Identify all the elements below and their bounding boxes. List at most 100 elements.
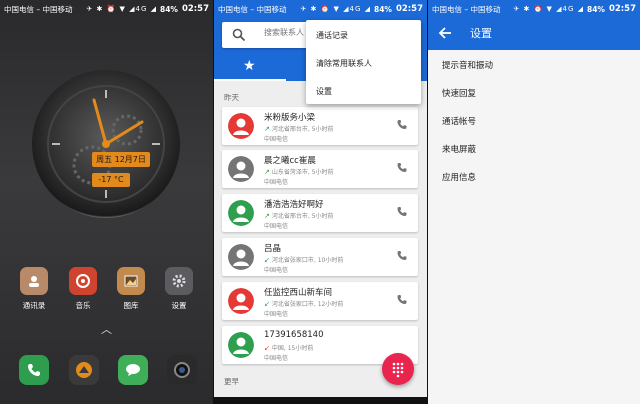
avatar-icon[interactable]: [228, 332, 254, 358]
contact-name: 潘浩浩浩好啊好: [264, 200, 324, 210]
status-time: 02:57: [395, 4, 423, 14]
section-header-yesterday: 昨天: [224, 93, 239, 102]
outgoing-call-arrow-icon: ↗: [264, 212, 270, 220]
setting-quick-responses[interactable]: 快速回复: [442, 87, 476, 99]
status-icons: ✈ ✱ ⏰ ▼ ◢4G ◢: [300, 5, 371, 13]
contact-name: 晨之曦cc崔晨: [264, 156, 316, 166]
dialer-panel: 中国电信 – 中国移动 ✈ ✱ ⏰ ▼ ◢4G ◢ 84% 02:57 ★ 昨天…: [214, 0, 427, 404]
call-detail-text: 中国, 15小时前: [271, 345, 314, 352]
status-time: 02:57: [608, 4, 636, 14]
carrier-name: 中国电信: [264, 179, 289, 186]
call-detail-text: 河北省张家口市, 10小时前: [271, 257, 344, 264]
clock-widget[interactable]: [32, 70, 180, 218]
contact-name: 米粉版务小梁: [264, 113, 316, 123]
contacts-icon: [20, 267, 48, 295]
avatar-icon[interactable]: [228, 113, 254, 139]
battery-level: 84%: [586, 4, 605, 14]
app-label: 音乐: [75, 301, 91, 310]
status-bar: 中国电信 – 中国移动 ✈ ✱ ⏰ ▼ ◢4G ◢ 84% 02:57: [428, 0, 640, 18]
carrier-name: 中国电信: [264, 223, 289, 230]
app-gallery[interactable]: 图库: [114, 267, 148, 311]
setting-call-blocking[interactable]: 来电屏蔽: [442, 143, 476, 155]
contact-name: 吕晶: [264, 244, 282, 254]
battery-level: 84%: [373, 4, 392, 14]
carrier-label: 中国电信 – 中国移动: [432, 4, 501, 14]
call-back-icon[interactable]: [396, 119, 408, 131]
tab-favorites-star-icon[interactable]: ★: [243, 58, 256, 74]
status-icons: ✈ ✱ ⏰ ▼ ◢4G ◢: [513, 5, 584, 13]
setting-sounds-vibration[interactable]: 提示音和振动: [442, 59, 493, 71]
temperature-label: -17 °C: [92, 173, 130, 187]
call-log-item[interactable]: 晨之曦cc崔晨 ↗ 山东省菏泽市, 5小时前 中国电信: [222, 150, 418, 188]
menu-item-call-history[interactable]: 通话记录: [316, 30, 348, 41]
menu-item-clear-frequents[interactable]: 清除常用联系人: [316, 58, 372, 69]
carrier-label: 中国电信 – 中国移动: [218, 4, 287, 14]
call-log-item[interactable]: 米粉版务小梁 ↗ 河北省邢台市, 5小时前 中国电信: [222, 107, 418, 145]
call-detail: ↗ 河北省邢台市, 5小时前: [264, 124, 334, 133]
overflow-menu: 通话记录 清除常用联系人 设置: [306, 20, 421, 104]
app-settings[interactable]: 设置: [162, 267, 196, 311]
settings-icon: [165, 267, 193, 295]
settings-panel: 中国电信 – 中国移动 ✈ ✱ ⏰ ▼ ◢4G ◢ 84% 02:57 设置 提…: [428, 0, 640, 404]
status-time: 02:57: [181, 4, 209, 14]
weekday-label: 周五: [96, 155, 113, 164]
page-title: 设置: [470, 27, 492, 40]
avatar-icon[interactable]: [228, 200, 254, 226]
status-bar: 中国电信 – 中国移动 ✈ ✱ ⏰ ▼ ◢4G ◢ 84% 02:57: [214, 0, 427, 18]
search-icon: [232, 28, 246, 42]
call-detail-text: 河北省邢台市, 5小时前: [271, 126, 334, 133]
call-detail-text: 山东省菏泽市, 5小时前: [271, 169, 334, 176]
section-header-earlier: 更早: [224, 377, 239, 386]
outgoing-call-arrow-icon: ↗: [264, 168, 270, 176]
call-back-icon[interactable]: [396, 206, 408, 218]
incoming-call-arrow-icon: ↙: [264, 256, 270, 264]
avatar-icon[interactable]: [228, 288, 254, 314]
camera-roll-icon[interactable]: [69, 355, 99, 385]
call-back-icon[interactable]: [396, 162, 408, 174]
app-music[interactable]: 音乐: [66, 267, 100, 311]
battery-level: 84%: [159, 4, 178, 14]
dialpad-icon: [392, 362, 404, 378]
carrier-name: 中国电信: [264, 136, 289, 143]
dialpad-button[interactable]: [382, 353, 414, 385]
call-detail: ↙ 河北省张家口市, 12小时前: [264, 299, 343, 308]
carrier-label: 中国电信 – 中国移动: [4, 4, 73, 14]
phone-icon[interactable]: [19, 355, 49, 385]
setting-calling-accounts[interactable]: 通话帐号: [442, 115, 476, 127]
call-back-icon[interactable]: [396, 250, 408, 262]
app-drawer-chevron-icon[interactable]: ︿: [101, 321, 112, 337]
nav-bar-edge: [214, 397, 427, 404]
clock-face-icon: [47, 85, 165, 203]
incoming-call-arrow-icon: ↙: [264, 300, 270, 308]
call-detail: ↙ 河北省张家口市, 10小时前: [264, 255, 343, 264]
call-log-item[interactable]: 吕晶 ↙ 河北省张家口市, 10小时前 中国电信: [222, 238, 418, 276]
camera-icon[interactable]: [167, 355, 197, 385]
menu-item-settings[interactable]: 设置: [316, 86, 332, 97]
call-log-item[interactable]: 任监控西山新车间 ↙ 河北省张家口市, 12小时前 中国电信: [222, 282, 418, 320]
avatar-icon[interactable]: [228, 244, 254, 270]
music-icon: [69, 267, 97, 295]
messages-icon[interactable]: [118, 355, 148, 385]
gallery-icon: [117, 267, 145, 295]
call-detail: ↗ 河北省邢台市, 5小时前: [264, 211, 334, 220]
call-back-icon[interactable]: [396, 294, 408, 306]
settings-app-bar: 设置: [428, 18, 640, 50]
avatar-icon[interactable]: [228, 156, 254, 182]
contact-name: 17391658140: [264, 330, 324, 340]
carrier-name: 中国电信: [264, 311, 289, 318]
back-arrow-icon[interactable]: [438, 26, 452, 40]
outgoing-call-arrow-icon: ↗: [264, 125, 270, 133]
app-label: 通讯录: [22, 301, 46, 310]
app-label: 图库: [123, 301, 139, 310]
contact-name: 任监控西山新车间: [264, 288, 333, 298]
call-log-item[interactable]: 潘浩浩浩好啊好 ↗ 河北省邢台市, 5小时前 中国电信: [222, 194, 418, 232]
status-icons: ✈ ✱ ⏰ ▼ ◢4G ◢: [86, 5, 157, 13]
call-detail-text: 河北省邢台市, 5小时前: [271, 213, 334, 220]
home-screen-panel: 中国电信 – 中国移动 ✈ ✱ ⏰ ▼ ◢4G ◢ 84% 02:57 周五 1…: [0, 0, 213, 404]
carrier-name: 中国电信: [264, 355, 289, 362]
missed-call-arrow-icon: ↙: [264, 344, 270, 352]
setting-app-info[interactable]: 应用信息: [442, 171, 476, 183]
app-contacts[interactable]: 通讯录: [17, 267, 51, 311]
carrier-name: 中国电信: [264, 267, 289, 274]
app-label: 设置: [171, 301, 187, 310]
